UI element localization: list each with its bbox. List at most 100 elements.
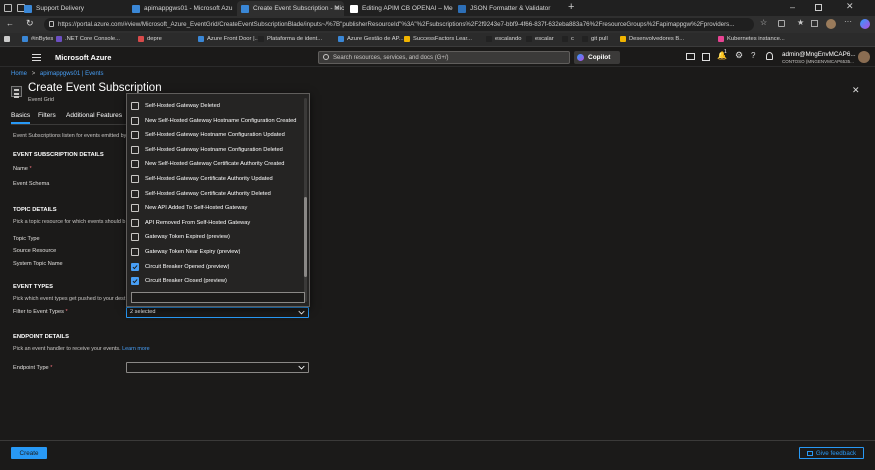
event-type-option[interactable]: Self-Hosted Gateway Certificate Authorit…: [131, 172, 301, 186]
event-type-option[interactable]: New Self-Hosted Gateway Certificate Auth…: [131, 157, 301, 171]
event-type-option[interactable]: API Removed From Self-Hosted Gateway: [131, 216, 301, 230]
event-type-option-label: Self-Hosted Gateway Hostname Configurati…: [145, 146, 283, 153]
hamburger-menu-icon[interactable]: [32, 54, 41, 61]
close-window-button[interactable]: ✕: [846, 1, 854, 12]
bookmark-item[interactable]: #inBytes: [22, 36, 53, 42]
profile-avatar[interactable]: [826, 19, 836, 29]
learn-more-link[interactable]: Learn more: [122, 346, 150, 352]
cloud-shell-icon[interactable]: [686, 53, 695, 60]
bookmark-favicon-icon: [582, 36, 588, 42]
checkbox[interactable]: [131, 145, 139, 154]
dropdown-filter-input[interactable]: [131, 292, 305, 303]
event-type-option[interactable]: New Self-Hosted Gateway Hostname Configu…: [131, 114, 301, 128]
tab-basics[interactable]: Basics: [11, 112, 31, 124]
bookmark-favicon-icon: [562, 36, 568, 42]
reload-icon[interactable]: ↻: [26, 18, 34, 29]
browser-tab-label: JSON Formatter & Validator: [470, 5, 551, 12]
maximize-button[interactable]: [815, 4, 822, 11]
event-type-option-label: Gateway Token Expired (preview): [145, 234, 230, 241]
intro-text: Event Subscriptions listen for events em…: [13, 133, 127, 139]
breadcrumb-home[interactable]: Home: [11, 71, 27, 77]
bookmark-item[interactable]: c: [562, 36, 574, 42]
azure-brand[interactable]: Microsoft Azure: [55, 53, 111, 62]
event-type-option[interactable]: Circuit Breaker Opened (preview): [131, 260, 301, 274]
copilot-icon: [577, 54, 584, 61]
source-resource-label: Source Resource: [13, 248, 57, 254]
checkbox[interactable]: [131, 102, 139, 110]
bookmarks-bar: #inBytes .NET Core Console... depre Azure F…: [0, 33, 875, 47]
checkbox[interactable]: [131, 248, 139, 256]
event-type-option[interactable]: Gateway Token Expired (preview): [131, 230, 301, 244]
help-icon[interactable]: ?: [751, 51, 755, 60]
browser-tab-label: apimappgws01 - Microsoft Azu: [144, 5, 233, 12]
back-icon[interactable]: ←: [6, 19, 14, 28]
event-type-option[interactable]: Self-Hosted Gateway Hostname Configurati…: [131, 143, 301, 157]
bookmark-item[interactable]: escalar: [526, 36, 554, 42]
account-user-name[interactable]: admin@MngEnvMCAP6...: [782, 51, 856, 58]
tab-filters[interactable]: Filters: [38, 112, 56, 119]
bookmark-folder-icon[interactable]: [4, 36, 13, 42]
close-tab-icon[interactable]: ✕: [334, 4, 340, 12]
event-type-option[interactable]: Circuit Breaker Closed (preview): [131, 274, 301, 288]
browser-tab[interactable]: Create Event Subscription - Micr ✕: [237, 1, 344, 16]
bookmark-item[interactable]: Desenvolvedores B...: [620, 36, 684, 42]
event-type-option[interactable]: Self-Hosted Gateway Hostname Configurati…: [131, 128, 301, 142]
tab-actions-icon[interactable]: [4, 4, 12, 12]
checkbox[interactable]: [131, 175, 139, 183]
event-types-select[interactable]: 2 selected: [126, 307, 309, 318]
checkbox-checked[interactable]: [131, 262, 139, 271]
feedback-icon: [806, 450, 813, 456]
bookmark-item[interactable]: Azure Gestão de AP...: [338, 36, 404, 42]
event-type-option[interactable]: Self-Hosted Gateway Deleted: [131, 99, 301, 113]
give-feedback-button[interactable]: Give feedback: [799, 447, 864, 459]
copilot-browser-icon[interactable]: [860, 19, 870, 29]
minimize-button[interactable]: –: [790, 2, 795, 12]
tab-basics-label: Basics: [11, 112, 31, 119]
browser-tab[interactable]: JSON Formatter & Validator: [454, 1, 564, 16]
event-type-option[interactable]: Gateway Token Near Expiry (preview): [131, 245, 301, 259]
favorite-star-icon[interactable]: ☆: [760, 18, 767, 27]
event-grid-icon: [11, 86, 22, 98]
account-avatar[interactable]: [858, 51, 870, 63]
directory-filter-icon[interactable]: [702, 53, 710, 61]
bookmark-item[interactable]: Kubernetes instance...: [718, 36, 785, 42]
url-bar[interactable]: https://portal.azure.com/#view/Microsoft…: [44, 18, 754, 31]
create-button[interactable]: Create: [11, 447, 47, 459]
more-menu-icon[interactable]: ···: [844, 17, 852, 26]
event-type-option[interactable]: Self-Hosted Gateway Certificate Authorit…: [131, 187, 301, 201]
endpoint-type-select[interactable]: [126, 362, 309, 373]
bookmark-item[interactable]: .NET Core Console...: [56, 36, 120, 42]
settings-gear-icon[interactable]: ⚙: [735, 50, 743, 61]
checkbox[interactable]: [131, 160, 139, 169]
checkbox[interactable]: [131, 116, 139, 125]
new-tab-button[interactable]: +: [568, 1, 574, 13]
topic-type-label: Topic Type: [13, 236, 40, 242]
tab-additional-features[interactable]: Additional Features: [66, 112, 122, 119]
checkbox[interactable]: [131, 218, 139, 227]
global-search-input[interactable]: Search resources, services, and docs (G+…: [318, 51, 570, 64]
bookmark-item[interactable]: Plataforma de ident...: [258, 36, 322, 42]
browser-tab[interactable]: Support Delivery: [20, 1, 126, 16]
extensions-icon[interactable]: [778, 20, 785, 27]
browser-tab[interactable]: Editing APIM CB OPENAI – Mediu: [346, 1, 453, 16]
collections-icon[interactable]: [811, 20, 818, 27]
bookmark-item[interactable]: Azure Front Door |...: [198, 36, 259, 42]
browser-tab[interactable]: apimappgws01 - Microsoft Azu: [128, 1, 235, 16]
checkbox-checked[interactable]: [131, 277, 139, 286]
bookmark-item[interactable]: depre: [138, 36, 162, 42]
checkbox[interactable]: [131, 189, 139, 198]
checkbox[interactable]: [131, 204, 139, 213]
favorites-icon[interactable]: ★: [797, 18, 804, 27]
breadcrumb-resource[interactable]: apimappgws01 | Events: [40, 71, 104, 77]
bookmark-item[interactable]: SuccessFactors Lear...: [404, 36, 472, 42]
feedback-person-icon[interactable]: [766, 52, 773, 60]
checkbox[interactable]: [131, 233, 139, 242]
bookmark-item[interactable]: escalando: [486, 36, 521, 42]
bookmark-item[interactable]: git pull: [582, 36, 608, 42]
copilot-button[interactable]: Copilot: [574, 51, 620, 64]
dropdown-scrollbar-thumb[interactable]: [304, 197, 307, 277]
close-blade-icon[interactable]: ✕: [852, 85, 860, 96]
event-type-option[interactable]: New API Added To Self-Hosted Gateway: [131, 201, 301, 215]
checkbox[interactable]: [131, 131, 139, 140]
chevron-down-icon: [298, 310, 305, 315]
